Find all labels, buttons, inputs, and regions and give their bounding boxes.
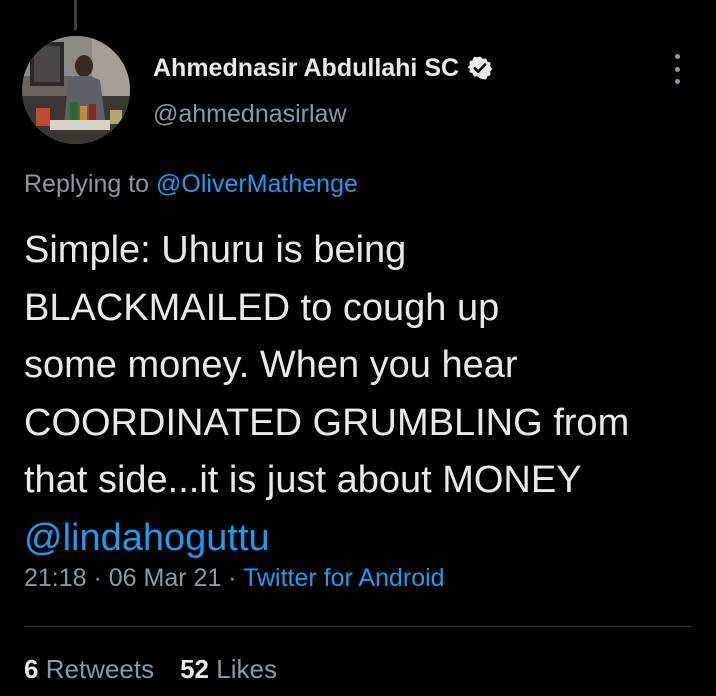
dot [674, 79, 680, 84]
tweet-time[interactable]: 21:18 [24, 564, 87, 592]
replying-to-handle-link[interactable]: @OliverMathenge [156, 170, 358, 198]
replying-to-line: Replying to @OliverMathenge [24, 170, 358, 199]
tweet-body-line: COORDINATED GRUMBLING from [24, 401, 630, 444]
likes-stat[interactable]: 52 Likes [180, 654, 277, 685]
tweet-date[interactable]: 06 Mar 21 [109, 564, 222, 592]
tweet-body: Simple: Uhuru is being BLACKMAILED to co… [24, 222, 704, 567]
tweet-body-line: BLACKMAILED to cough up [24, 286, 500, 329]
engagement-stats: 6 Retweets 52 Likes [24, 654, 277, 685]
likes-label: Likes [216, 654, 277, 684]
author-handle[interactable]: @ahmednasirlaw [153, 100, 347, 129]
meta-separator: · [221, 564, 244, 592]
replying-to-prefix: Replying to [24, 170, 157, 198]
avatar[interactable] [22, 36, 130, 144]
more-vertical-icon[interactable] [664, 54, 690, 84]
divider [24, 626, 692, 627]
avatar-photo [22, 36, 130, 144]
tweet-body-line: that side...it is just about MONEY [24, 459, 582, 501]
likes-count: 52 [180, 654, 210, 684]
tweet-body-line: some money. When you hear [24, 344, 518, 386]
thread-connector-line [74, 0, 77, 30]
retweets-stat[interactable]: 6 Retweets [24, 654, 154, 685]
author-display-name[interactable]: Ahmednasir Abdullahi SC [153, 54, 459, 83]
author-name-row[interactable]: Ahmednasir Abdullahi SC [153, 52, 493, 84]
tweet-body-line: Simple: Uhuru is being [24, 229, 407, 271]
tweet-metadata: 21:18 · 06 Mar 21 · Twitter for Android [24, 564, 445, 593]
mention-link[interactable]: @lindahoguttu [24, 510, 704, 568]
dot [674, 54, 680, 59]
verified-badge-icon [467, 55, 493, 81]
tweet-source-link[interactable]: Twitter for Android [243, 564, 444, 592]
meta-separator: · [86, 564, 109, 592]
retweets-label: Retweets [45, 654, 155, 684]
dot [674, 66, 680, 72]
retweets-count: 6 [24, 654, 39, 684]
